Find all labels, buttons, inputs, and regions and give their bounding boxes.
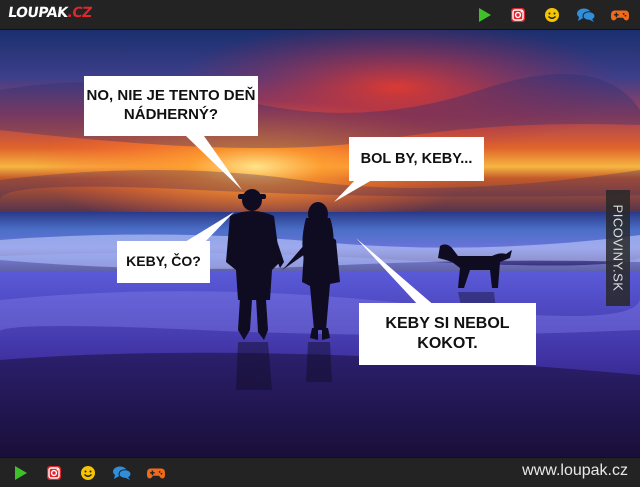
speech-bubble-question: NO, NIE JE TENTO DEŇ NÁDHERNÝ? (84, 76, 258, 136)
play-icon[interactable] (474, 5, 494, 25)
gamepad-icon[interactable] (610, 5, 630, 25)
speech-bubble-punchline: KEBY SI NEBOL KOKOT. (359, 303, 536, 365)
logo-tld: CZ (71, 5, 93, 21)
watermark-tab: PICOVINY.SK (606, 190, 630, 306)
chat-icon[interactable] (576, 5, 596, 25)
site-url-link[interactable]: www.loupak.cz (522, 462, 628, 480)
instagram-icon[interactable] (44, 463, 64, 483)
watermark-text: PICOVINY.SK (610, 204, 626, 292)
smiley-icon[interactable] (78, 463, 98, 483)
site-logo[interactable]: LOUPAK.CZ (7, 5, 93, 21)
play-icon[interactable] (10, 463, 30, 483)
bottom-icon-nav (10, 463, 166, 483)
smiley-icon[interactable] (542, 5, 562, 25)
speech-bubble-would-be: BOL BY, KEBY... (349, 137, 484, 181)
logo-text: LOUPAK (6, 5, 69, 21)
chat-icon[interactable] (112, 463, 132, 483)
top-icon-nav (474, 5, 630, 25)
instagram-icon[interactable] (508, 5, 528, 25)
gamepad-icon[interactable] (146, 463, 166, 483)
speech-bubble-if-what: KEBY, ČO? (117, 241, 210, 283)
